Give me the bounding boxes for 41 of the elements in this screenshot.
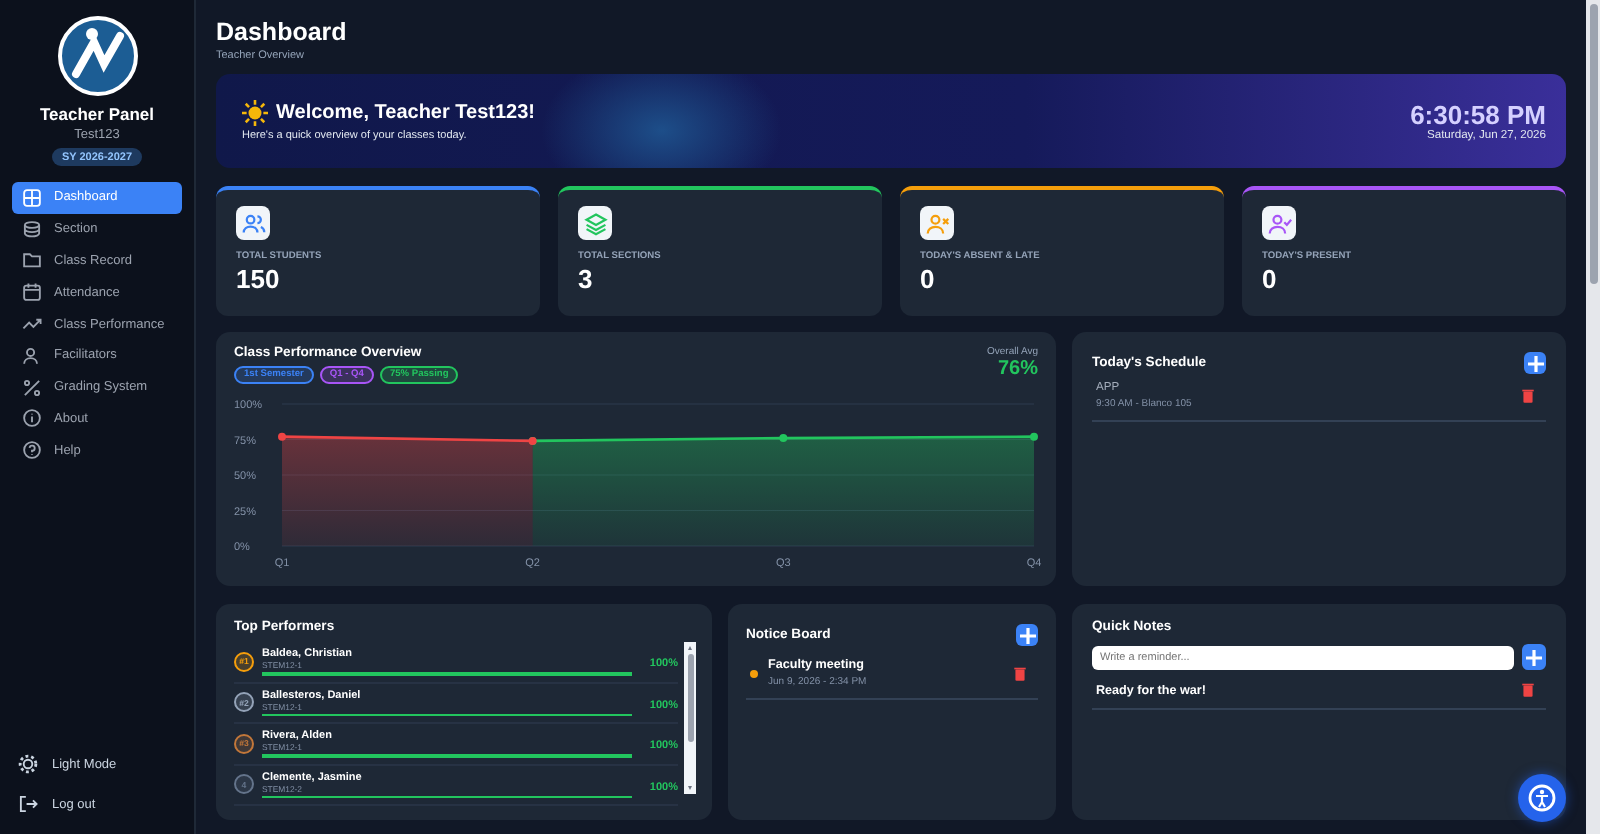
dashboard-icon — [22, 187, 42, 208]
percent-icon — [22, 377, 42, 398]
stat-value: 3 — [578, 264, 595, 294]
logout-icon — [18, 794, 38, 814]
add-button[interactable] — [1522, 644, 1546, 670]
data-point — [779, 434, 788, 443]
folder-icon — [22, 250, 42, 271]
trend-icon — [22, 314, 42, 335]
scrollbar-drawing[interactable] — [684, 642, 696, 794]
layers-icon — [583, 211, 607, 235]
user-icon — [22, 345, 42, 366]
plus-icon — [1527, 355, 1543, 371]
help-icon — [22, 440, 42, 461]
trash-icon — [1520, 388, 1536, 404]
user-x-icon — [925, 211, 949, 235]
trash-icon — [1520, 682, 1536, 698]
data-point — [1030, 432, 1038, 441]
welcome-heading: Welcome, Teacher Test123! — [276, 102, 536, 124]
plus-icon — [1019, 627, 1035, 643]
people-icon — [241, 211, 265, 235]
page-title: Dashboard — [216, 18, 349, 46]
calendar-icon — [22, 282, 42, 303]
add-button[interactable] — [1524, 352, 1546, 374]
info-icon — [22, 408, 42, 429]
panel-title: Teacher Panel — [39, 104, 154, 124]
stat-value: 0 — [1262, 264, 1279, 294]
plus-icon — [1526, 649, 1542, 665]
data-point — [278, 432, 286, 441]
gear-icon — [18, 754, 38, 774]
trash-icon — [1012, 665, 1028, 681]
user-check-icon — [1267, 211, 1291, 235]
stat-value: 0 — [920, 264, 937, 294]
layers-icon — [22, 219, 42, 240]
page-scrollbar[interactable] — [1586, 0, 1600, 834]
accessibility-icon — [1528, 784, 1556, 812]
add-button[interactable] — [1016, 624, 1038, 646]
logo-icon — [57, 16, 137, 96]
stat-value: 150 — [236, 264, 282, 294]
clock-time: 6:30:58 PM — [1410, 100, 1546, 130]
sun-icon — [242, 100, 268, 126]
average-value: 76% — [995, 358, 1038, 380]
